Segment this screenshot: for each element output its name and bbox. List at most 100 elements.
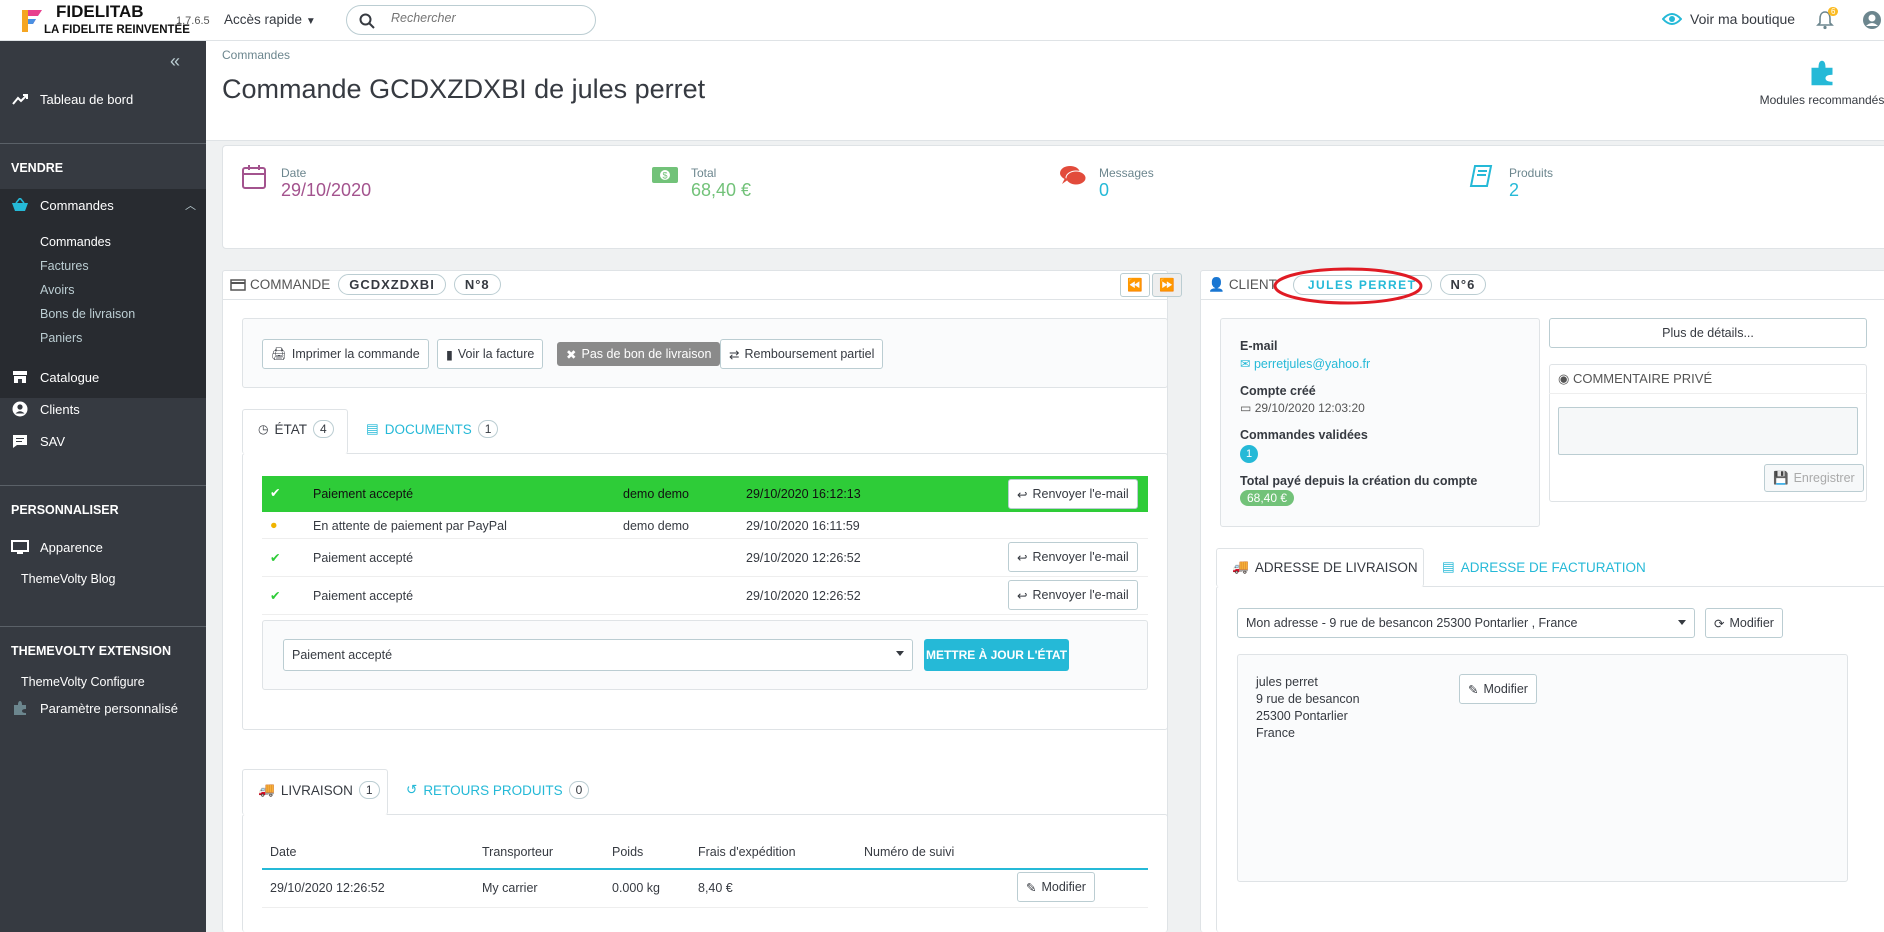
- kpi-date: Date 29/10/2020: [241, 164, 371, 200]
- forward-icon: ⏩: [1159, 277, 1175, 292]
- eye-slash-icon: ◉: [1558, 371, 1570, 386]
- version-label: 1.7.6.5: [176, 15, 210, 27]
- monitor-icon: [11, 539, 29, 554]
- validated-orders-label: Commandes validées: [1240, 428, 1368, 442]
- kpi-messages: Messages 0: [1059, 164, 1154, 200]
- sidebar-item-custom-param[interactable]: Paramètre personnalisé: [0, 692, 206, 724]
- private-comment-textarea[interactable]: [1558, 407, 1858, 455]
- sidebar-item-sav[interactable]: SAV: [0, 425, 206, 457]
- envelope-icon: ✉: [1240, 357, 1251, 371]
- modify-address-button[interactable]: ✎ Modifier: [1459, 674, 1537, 704]
- book-icon: [1469, 165, 1493, 187]
- pencil-icon: ✎: [1468, 682, 1479, 697]
- resend-email-button[interactable]: ↩ Renvoyer l'e-mail: [1008, 479, 1138, 509]
- sidebar-item-catalog[interactable]: Catalogue: [0, 361, 206, 393]
- address-select[interactable]: Mon adresse - 9 rue de besancon 25300 Po…: [1237, 608, 1695, 638]
- view-shop-link[interactable]: Voir ma boutique: [1662, 11, 1795, 27]
- save-comment-button[interactable]: 💾 Enregistrer: [1764, 464, 1864, 492]
- print-order-button[interactable]: 🖨 Imprimer la commande: [262, 339, 429, 369]
- credit-card-icon: [230, 278, 246, 291]
- tab-billing-address[interactable]: ▤ ADRESSE DE FACTURATION: [1442, 559, 1646, 575]
- sidebar-subitem-carts[interactable]: Paniers: [40, 331, 82, 345]
- sidebar-label: Tableau de bord: [40, 91, 134, 107]
- modify-shipping-button[interactable]: ✎ Modifier: [1017, 872, 1095, 902]
- email-value: perretjules@yahoo.fr: [1253, 357, 1371, 371]
- order-reference-badge: GCDXZDXBI: [338, 274, 446, 295]
- history-status: Paiement accepté: [313, 487, 414, 501]
- history-employee: demo demo: [623, 487, 690, 501]
- tab-shipping-label[interactable]: 🚚 LIVRAISON 1: [258, 781, 380, 799]
- search-icon[interactable]: [359, 13, 375, 29]
- button-label: Modifier: [1729, 616, 1774, 630]
- tab-count: 4: [312, 420, 334, 438]
- previous-order-button[interactable]: ⏪: [1120, 273, 1150, 297]
- sidebar-item-themevolty-blog[interactable]: ThemeVolty Blog: [21, 572, 116, 586]
- tab-product-returns[interactable]: ↺ RETOURS PRODUITS 0: [406, 781, 590, 799]
- recommended-modules-button[interactable]: Modules recommandés: [1752, 59, 1884, 107]
- col-header-shipping-cost: Frais d'expédition: [698, 845, 796, 859]
- button-label: Pas de bon de livraison: [581, 347, 712, 361]
- more-details-button[interactable]: Plus de détails...: [1549, 318, 1867, 348]
- sidebar-item-orders[interactable]: Commandes ︿: [0, 189, 206, 221]
- col-header-weight: Poids: [612, 845, 644, 859]
- view-invoice-button[interactable]: ▮ Voir la facture: [437, 339, 544, 369]
- calendar-icon: ▭: [1240, 401, 1252, 415]
- search-input[interactable]: [391, 11, 581, 25]
- collapse-sidebar-icon[interactable]: «: [170, 51, 180, 72]
- kpi-label: Date: [281, 166, 307, 180]
- notifications-button[interactable]: 6: [1816, 7, 1839, 33]
- search-box[interactable]: [346, 5, 596, 35]
- puzzle-icon: [1811, 60, 1833, 86]
- partial-refund-button[interactable]: ⇄ Remboursement partiel: [720, 339, 884, 369]
- resend-email-button[interactable]: ↩ Renvoyer l'e-mail: [1008, 580, 1138, 610]
- kpi-label: Produits: [1509, 166, 1554, 180]
- tab-documents[interactable]: ▤ DOCUMENTS 1: [366, 420, 499, 438]
- button-label: Modifier: [1483, 682, 1528, 696]
- tab-count: 0: [568, 781, 590, 799]
- chevron-up-icon: ︿: [185, 200, 196, 212]
- kpi-value: 68,40 €: [691, 180, 752, 200]
- sidebar-subitem-credit-slips[interactable]: Avoirs: [40, 283, 75, 297]
- user-menu[interactable]: [1862, 10, 1882, 33]
- address-line: France: [1256, 726, 1295, 740]
- address-card: [1237, 654, 1848, 882]
- next-order-button[interactable]: ⏩: [1152, 273, 1182, 297]
- print-icon: 🖨: [271, 346, 287, 361]
- basket-icon: [12, 198, 28, 211]
- brand-logo[interactable]: [18, 6, 46, 34]
- quick-access-menu[interactable]: Accès rapide ▼: [224, 12, 316, 27]
- ship-cell-weight: 0.000 kg: [612, 881, 660, 895]
- divider: [262, 907, 1148, 908]
- sidebar-item-dashboard[interactable]: Tableau de bord: [0, 83, 206, 115]
- sidebar-item-themevolty-configure[interactable]: ThemeVolty Configure: [21, 675, 145, 689]
- total-paid-badge: 68,40 €: [1240, 490, 1295, 506]
- history-date: 29/10/2020 16:12:13: [746, 487, 861, 501]
- order-state-select[interactable]: Paiement accepté: [283, 639, 913, 671]
- tab-state-label[interactable]: ◷ ÉTAT 4: [258, 420, 334, 438]
- sidebar-subitem-delivery-slips[interactable]: Bons de livraison: [40, 307, 135, 321]
- breadcrumb[interactable]: Commandes: [222, 48, 290, 62]
- sidebar-item-appearance[interactable]: Apparence: [0, 531, 206, 563]
- client-heading: CLIENT: [1228, 277, 1277, 292]
- sidebar-subitem-orders[interactable]: Commandes: [40, 235, 111, 249]
- button-label: Renvoyer l'e-mail: [1032, 550, 1129, 564]
- sidebar-subitem-invoices[interactable]: Factures: [40, 259, 89, 273]
- store-icon: [13, 371, 27, 383]
- order-heading: COMMANDE: [250, 277, 331, 292]
- sidebar-item-clients[interactable]: Clients: [0, 393, 206, 425]
- history-status: Paiement accepté: [313, 551, 414, 565]
- kpi-total: $ Total 68,40 €: [651, 164, 751, 200]
- trending-up-icon: [12, 94, 28, 105]
- resend-email-button[interactable]: ↩ Renvoyer l'e-mail: [1008, 542, 1138, 572]
- modify-address-select-button[interactable]: ⟳ Modifier: [1705, 608, 1783, 638]
- history-date: 29/10/2020 16:11:59: [746, 519, 860, 533]
- client-email-link[interactable]: ✉ perretjules@yahoo.fr: [1240, 356, 1370, 371]
- tab-delivery-label[interactable]: 🚚 ADRESSE DE LIVRAISON: [1232, 559, 1418, 575]
- page-header: Commandes Commande GCDXZDXBI de jules pe…: [206, 41, 1884, 141]
- backward-icon: ⏪: [1127, 277, 1143, 292]
- no-delivery-slip-button[interactable]: ✖ Pas de bon de livraison: [557, 342, 721, 366]
- button-label: Plus de détails...: [1662, 326, 1754, 340]
- update-state-button[interactable]: METTRE À JOUR L'ÉTAT: [924, 639, 1069, 671]
- email-label: E-mail: [1240, 339, 1278, 353]
- comments-icon: [1060, 166, 1087, 186]
